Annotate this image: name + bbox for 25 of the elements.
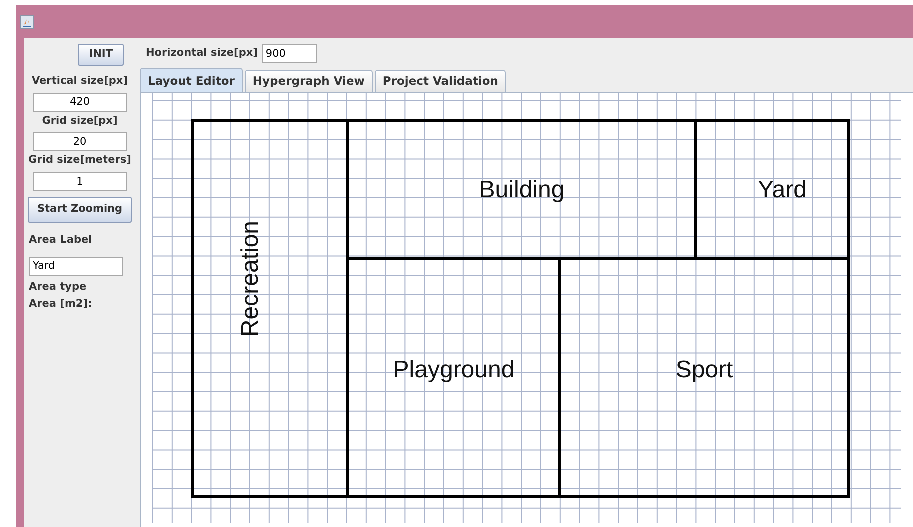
area-label: Yard <box>758 176 807 204</box>
horizontal-size-label: Horizontal size[px] <box>146 46 258 61</box>
app-icon <box>20 14 34 28</box>
area-label: Sport <box>676 356 734 384</box>
tab[interactable]: Layout Editor <box>140 68 243 92</box>
area-size-label: Area [m2]: <box>29 297 92 312</box>
area-label: Playground <box>393 356 515 384</box>
field-label: Vertical size[px] <box>32 74 128 89</box>
area-label: Building <box>479 176 565 204</box>
area-label: Recreation <box>237 221 264 338</box>
tab[interactable]: Project Validation <box>374 70 506 92</box>
input-field[interactable]: 420 <box>33 92 127 112</box>
init-button[interactable]: INIT <box>78 44 124 66</box>
area-outline[interactable] <box>558 258 850 499</box>
area-label-text: Area Label <box>29 232 92 248</box>
area-type-label: Area type <box>29 280 87 294</box>
horizontal-size-field[interactable]: 900 <box>262 44 317 63</box>
area-outline[interactable] <box>192 120 350 499</box>
input-field[interactable]: 1 <box>33 172 127 191</box>
area-label-field[interactable]: Yard <box>29 256 123 276</box>
tab[interactable]: Hypergraph View <box>244 70 373 92</box>
start-zooming-button[interactable]: Start Zooming <box>28 197 132 223</box>
field-label: Grid size[meters] <box>28 153 132 168</box>
input-field[interactable]: 20 <box>33 132 127 152</box>
field-label: Grid size[px] <box>42 114 118 128</box>
